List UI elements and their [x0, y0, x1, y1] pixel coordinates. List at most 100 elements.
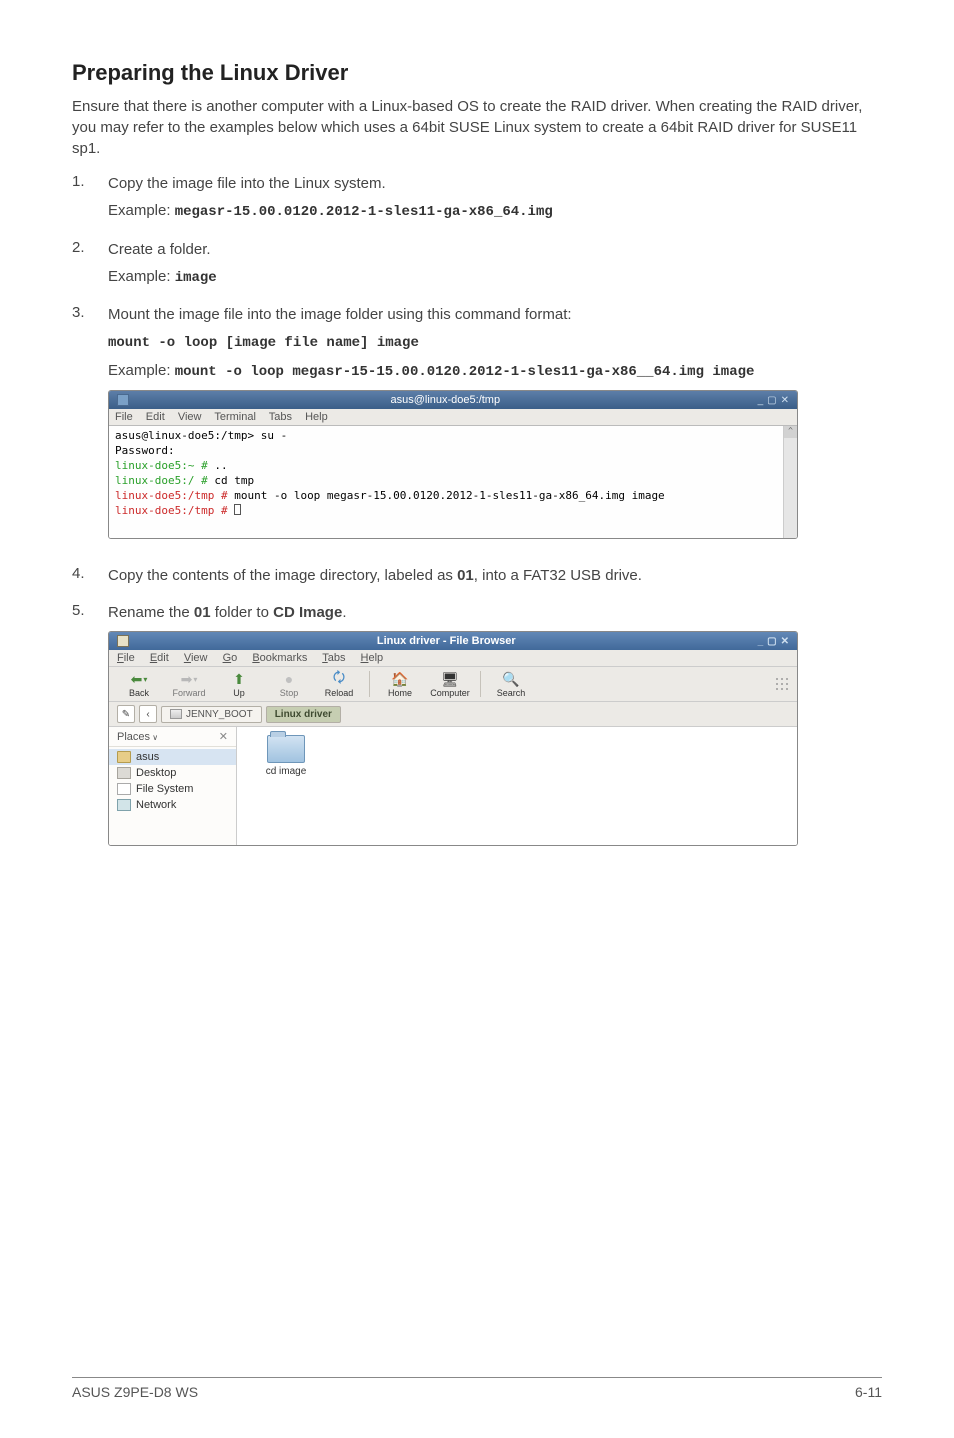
forward-arrow-icon: ➡▾ — [179, 670, 199, 688]
place-filesystem[interactable]: File System — [109, 781, 236, 797]
search-button[interactable]: 🔍 Search — [489, 670, 533, 698]
computer-icon: 🖥 — [440, 670, 460, 688]
footer-right: 6-11 — [855, 1384, 882, 1400]
folder-label: cd image — [266, 766, 307, 777]
maximize-button[interactable]: ▢ — [767, 395, 776, 406]
menu-tabs[interactable]: Tabs — [269, 411, 292, 423]
filebrowser-window: Linux driver - File Browser _ ▢ ✕ File E… — [108, 631, 798, 846]
separator — [480, 671, 481, 697]
volume-icon — [170, 709, 182, 719]
path-edit-button[interactable]: ✎ — [117, 705, 135, 723]
example-label: Example: — [108, 268, 175, 285]
filebrowser-menubar: File Edit View Go Bookmarks Tabs Help — [109, 650, 797, 667]
search-icon: 🔍 — [501, 670, 521, 688]
place-desktop[interactable]: Desktop — [109, 765, 236, 781]
intro-text: Ensure that there is another computer wi… — [72, 96, 882, 159]
up-button[interactable]: ⬆ Up — [217, 670, 261, 698]
menu-tabs[interactable]: Tabs — [322, 652, 345, 664]
menu-file[interactable]: File — [115, 411, 133, 423]
reload-icon: 🗘 — [329, 670, 349, 688]
pencil-icon: ✎ — [122, 709, 130, 720]
desktop-icon — [117, 767, 131, 779]
minimize-button[interactable]: _ — [758, 636, 764, 647]
step-num: 3. — [72, 304, 108, 555]
menu-bookmarks[interactable]: Bookmarks — [252, 652, 307, 664]
close-sidebar-button[interactable]: ✕ — [219, 730, 228, 743]
terminal-menubar: File Edit View Terminal Tabs Help — [109, 409, 797, 426]
menu-view[interactable]: View — [178, 411, 202, 423]
scrollbar[interactable]: ^ — [783, 426, 797, 538]
sidebar-header: Places ∨ ✕ — [109, 727, 236, 747]
menu-view[interactable]: View — [184, 652, 208, 664]
filebrowser-sidebar: Places ∨ ✕ asus Desktop — [109, 727, 237, 845]
menu-file[interactable]: File — [117, 652, 135, 664]
terminal-line: asus@linux-doe5:/tmp> su - — [115, 429, 791, 444]
back-arrow-icon: ⬅▾ — [129, 670, 149, 688]
filebrowser-titlebar: Linux driver - File Browser _ ▢ ✕ — [109, 632, 797, 650]
terminal-body[interactable]: asus@linux-doe5:/tmp> su - Password: lin… — [109, 426, 797, 538]
chevron-left-icon: ‹ — [146, 709, 149, 720]
terminal-window: asus@linux-doe5:/tmp _ ▢ ✕ File Edit Vie… — [108, 390, 798, 539]
step-3: 3. Mount the image file into the image f… — [72, 304, 882, 555]
menu-help[interactable]: Help — [361, 652, 384, 664]
step-num: 2. — [72, 239, 108, 295]
terminal-line: linux-doe5:/tmp # mount -o loop megasr-1… — [115, 489, 791, 504]
folder-cd-image[interactable]: cd image — [251, 735, 321, 777]
filebrowser-title: Linux driver - File Browser — [135, 635, 758, 647]
step-2: 2. Create a folder. Example: image — [72, 239, 882, 295]
step-text: Create a folder. — [108, 239, 882, 260]
place-asus[interactable]: asus — [109, 749, 236, 765]
step-text: Copy the image file into the Linux syste… — [108, 173, 882, 194]
step-text: Copy the contents of the image directory… — [108, 565, 882, 586]
computer-button[interactable]: 🖥 Computer — [428, 670, 472, 698]
menu-edit[interactable]: Edit — [146, 411, 165, 423]
place-network[interactable]: Network — [109, 797, 236, 813]
chevron-down-icon: ∨ — [150, 733, 158, 742]
minimize-button[interactable]: _ — [758, 395, 764, 406]
menu-edit[interactable]: Edit — [150, 652, 169, 664]
terminal-line: linux-doe5:/ # cd tmp — [115, 474, 791, 489]
example-code: megasr-15.00.0120.2012-1-sles11-ga-x86_6… — [175, 204, 553, 220]
filebrowser-pathbar: ✎ ‹ JENNY_BOOT Linux driver — [109, 702, 797, 727]
page-footer: ASUS Z9PE-D8 WS 6-11 — [72, 1377, 882, 1400]
reload-button[interactable]: 🗘 Reload — [317, 670, 361, 698]
menu-go[interactable]: Go — [223, 652, 238, 664]
network-icon — [117, 799, 131, 811]
filebrowser-toolbar: ⬅▾ Back ➡▾ Forward ⬆ Up ● — [109, 667, 797, 702]
separator — [369, 671, 370, 697]
example-code: image — [175, 270, 217, 286]
close-button[interactable]: ✕ — [781, 636, 789, 647]
terminal-line: linux-doe5:/tmp # — [115, 504, 791, 519]
menu-terminal[interactable]: Terminal — [214, 411, 256, 423]
cursor-icon — [234, 504, 241, 515]
command-format: mount -o loop [image file name] image — [108, 335, 419, 351]
home-icon: 🏠 — [390, 670, 410, 688]
step-text: Mount the image file into the image fold… — [108, 304, 882, 325]
example-code: mount -o loop megasr-15-15.00.0120.2012-… — [175, 364, 755, 380]
stop-icon: ● — [279, 670, 299, 688]
path-prev-button[interactable]: ‹ — [139, 705, 157, 723]
section-heading: Preparing the Linux Driver — [72, 60, 882, 86]
scroll-up-icon[interactable]: ^ — [784, 426, 797, 438]
step-num: 5. — [72, 602, 108, 846]
example-label: Example: — [108, 362, 175, 379]
maximize-button[interactable]: ▢ — [767, 636, 776, 647]
terminal-line: linux-doe5:~ # .. — [115, 459, 791, 474]
example-label: Example: — [108, 202, 175, 219]
menu-help[interactable]: Help — [305, 411, 328, 423]
path-crumb-linux-driver[interactable]: Linux driver — [266, 706, 341, 723]
terminal-icon — [117, 394, 129, 406]
home-button[interactable]: 🏠 Home — [378, 670, 422, 698]
filesystem-icon — [117, 783, 131, 795]
step-1: 1. Copy the image file into the Linux sy… — [72, 173, 882, 229]
back-button[interactable]: ⬅▾ Back — [117, 670, 161, 698]
close-button[interactable]: ✕ — [781, 395, 789, 406]
places-label[interactable]: Places ∨ — [117, 731, 158, 743]
forward-button[interactable]: ➡▾ Forward — [167, 670, 211, 698]
path-crumb-jenny-boot[interactable]: JENNY_BOOT — [161, 706, 262, 723]
step-4: 4. Copy the contents of the image direct… — [72, 565, 882, 592]
step-5: 5. Rename the 01 folder to CD Image. Lin… — [72, 602, 882, 846]
footer-left: ASUS Z9PE-D8 WS — [72, 1384, 198, 1400]
filebrowser-content[interactable]: cd image — [237, 727, 797, 845]
stop-button[interactable]: ● Stop — [267, 670, 311, 698]
